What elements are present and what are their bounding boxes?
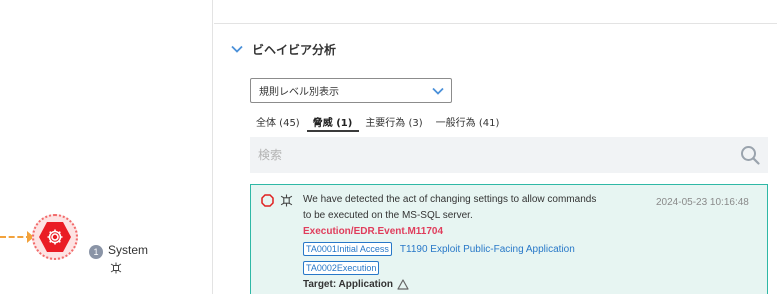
node-label[interactable]: System bbox=[108, 243, 148, 257]
behavior-analysis-header[interactable]: ビヘイビア分析 bbox=[230, 40, 336, 58]
target-label: Target: Application bbox=[303, 279, 393, 290]
mitre-row: TA0001Initial Access T1190 Exploit Publi… bbox=[303, 242, 575, 256]
alert-event-id: Execution/EDR.Event.M11704 bbox=[303, 226, 444, 237]
tactic-tag[interactable]: TA0001Initial Access bbox=[303, 242, 392, 256]
divider bbox=[214, 23, 777, 24]
search-input[interactable] bbox=[250, 138, 720, 172]
graph-canvas[interactable]: 1 System bbox=[0, 0, 213, 294]
alert-card[interactable]: We have detected the act of changing set… bbox=[250, 184, 768, 294]
chevron-down-icon bbox=[432, 87, 444, 95]
mitre-row: TA0002Execution bbox=[303, 261, 380, 275]
detail-panel: ビヘイビア分析 規則レベル別表示 全体 (45) 脅威 (1) 主要行為 (3)… bbox=[214, 0, 777, 294]
severity-tabs: 全体 (45) 脅威 (1) 主要行為 (3) 一般行為 (41) bbox=[250, 110, 506, 132]
tab-all[interactable]: 全体 (45) bbox=[250, 110, 307, 132]
node-count-badge: 1 bbox=[89, 245, 103, 259]
section-title: ビヘイビア分析 bbox=[252, 42, 337, 57]
chevron-down-icon[interactable] bbox=[230, 42, 244, 56]
search-icon[interactable] bbox=[740, 145, 760, 165]
alert-description: We have detected the act of changing set… bbox=[303, 194, 597, 221]
warning-triangle-icon bbox=[397, 279, 409, 290]
stop-octagon-icon bbox=[261, 194, 274, 207]
tab-major-behavior[interactable]: 主要行為 (3) bbox=[359, 110, 429, 132]
technique-link[interactable]: T1190 Exploit Public-Facing Application bbox=[400, 244, 575, 255]
alert-timestamp: 2024-05-23 10:16:48 bbox=[656, 197, 749, 208]
rule-level-select-value: 規則レベル別表示 bbox=[259, 87, 339, 98]
tab-general-behavior[interactable]: 一般行為 (41) bbox=[430, 110, 507, 132]
search-bar bbox=[250, 137, 768, 173]
gear-icon bbox=[47, 229, 63, 245]
rule-level-select[interactable]: 規則レベル別表示 bbox=[250, 78, 452, 103]
process-icon bbox=[280, 194, 293, 207]
tab-threat[interactable]: 脅威 (1) bbox=[306, 110, 360, 132]
tactic-tag[interactable]: TA0002Execution bbox=[303, 261, 380, 275]
target-row: Target: Application bbox=[303, 279, 409, 290]
process-icon bbox=[110, 262, 122, 274]
